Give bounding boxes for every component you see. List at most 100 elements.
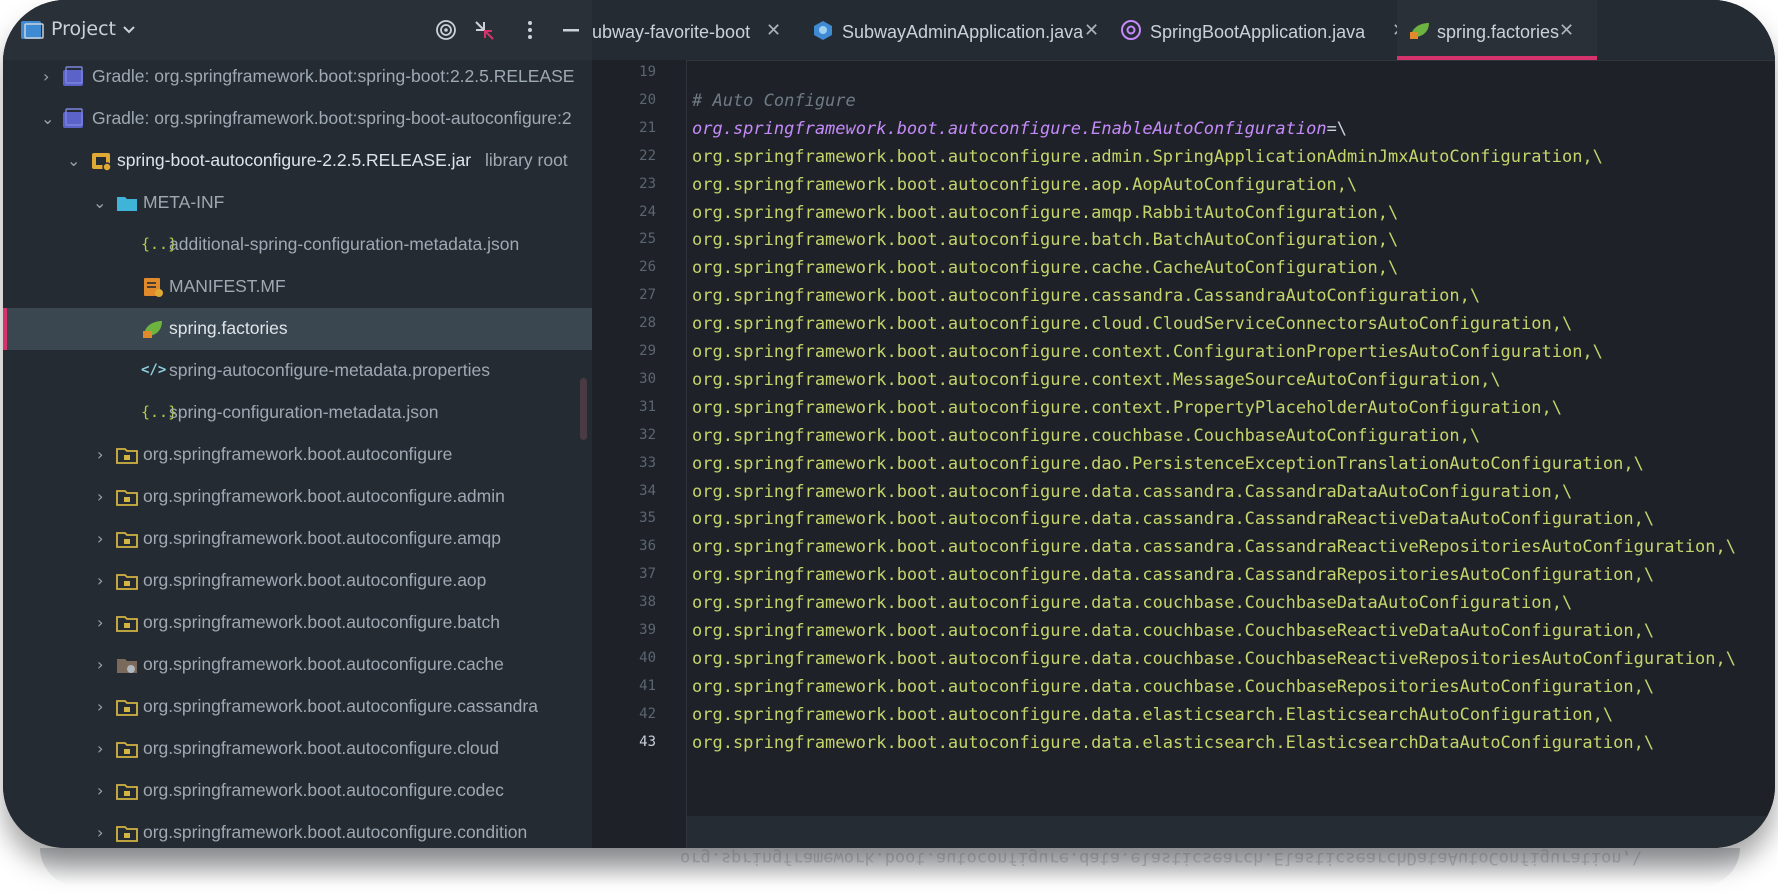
chevron-right-icon[interactable]: › [97,445,113,465]
editor: ubway-favorite-boot ✕ SubwayAdminApplica… [592,0,1775,848]
folder-icon [117,197,137,211]
minimize-icon[interactable] [562,18,580,42]
close-icon[interactable]: ✕ [1559,20,1574,41]
property-assign: =\ [1326,118,1348,139]
code-line: org.springframework.boot.autoconfigure.c… [692,286,1481,307]
chevron-right-icon[interactable]: › [97,571,113,591]
target-icon[interactable] [434,18,458,42]
tree-item-package[interactable]: › org.springframework.boot.autoconfigure… [3,812,592,848]
tree-item-package[interactable]: › org.springframework.boot.autoconfigure… [3,518,592,560]
tree-item-autoconfigure-metadata-properties[interactable]: </> spring-autoconfigure-metadata.proper… [3,350,592,392]
code-line: org.springframework.boot.autoconfigure.c… [692,342,1603,362]
chevron-right-icon[interactable]: › [97,739,113,759]
tree-item-spring-factories[interactable]: spring.factories [3,308,592,350]
tree-item-label: spring-configuration-metadata.json [169,402,439,422]
chevron-right-icon[interactable]: › [97,613,113,633]
code-line: org.springframework.boot.autoconfigure.b… [692,230,1399,251]
tree-item-label: org.springframework.boot.autoconfigure.c… [143,738,500,758]
line-number: 25 [639,231,656,248]
chevron-right-icon[interactable]: › [97,781,113,801]
tree-item-package[interactable]: › org.springframework.boot.autoconfigure… [3,476,592,518]
line-number: 35 [639,510,656,527]
close-icon[interactable]: ✕ [766,20,781,41]
code-line: org.springframework.boot.autoconfigure.d… [692,565,1655,586]
tree-item-label: spring.factories [169,318,288,338]
package-icon [116,574,138,590]
tree-item-package[interactable]: › org.springframework.boot.autoconfigure… [3,602,592,644]
code-comment: # Auto Configure [692,90,856,111]
chevron-down-icon[interactable] [121,18,137,42]
line-number: 38 [639,594,656,611]
package-icon [116,826,138,842]
code-line: org.springframework.boot.autoconfigure.d… [692,621,1655,641]
chevron-down-icon[interactable]: ⌄ [41,109,57,129]
chevron-right-icon[interactable]: › [97,823,113,843]
line-number: 27 [639,287,656,304]
tab-subway-favorite-boot[interactable]: ubway-favorite-boot ✕ [592,0,792,60]
library-folder-icon [63,66,83,86]
annotation-icon [1121,20,1141,40]
tree-item-gradle-spring-boot[interactable]: › Gradle: org.springframework.boot:sprin… [3,56,592,98]
tree-item-package[interactable]: › org.springframework.boot.autoconfigure… [3,560,592,602]
code-line: org.springframework.boot.autoconfigure.d… [692,676,1655,697]
code-line: org.springframework.boot.autoconfigure.c… [692,258,1399,279]
json-icon: {..} [141,235,178,253]
tree-item-package[interactable]: › org.springframework.boot.autoconfigure… [3,770,592,812]
line-number: 26 [639,259,656,276]
tab-subway-admin-application[interactable]: SubwayAdminApplication.java ✕ [802,0,1102,60]
tree-item-manifest[interactable]: MANIFEST.MF [3,266,592,308]
reflection-text: org.springframework.boot.autoconfigure.d… [680,848,1643,868]
chevron-right-icon[interactable]: › [97,697,113,717]
code-line: org.springframework.boot.autoconfigure.a… [692,146,1603,167]
library-folder-icon [63,108,83,128]
tree-item-configuration-metadata-json[interactable]: {..} spring-configuration-metadata.json [3,392,592,434]
code-line: org.springframework.boot.autoconfigure.d… [692,453,1644,474]
tree-item-label: org.springframework.boot.autoconfigure.a… [143,486,505,506]
line-number: 36 [639,538,656,555]
package-icon [116,532,138,548]
chevron-right-icon[interactable]: › [97,487,113,507]
code-line: org.springframework.boot.autoconfigure.d… [692,704,1614,725]
tree-item-label: Gradle: org.springframework.boot:spring-… [92,108,572,128]
close-icon[interactable]: ✕ [1084,20,1099,41]
tab-spring-factories[interactable]: spring.factories ✕ [1397,0,1597,60]
line-number: 29 [639,343,656,359]
package-icon [117,659,137,673]
tree-item-label: Gradle: org.springframework.boot:spring-… [92,66,575,86]
package-icon [116,700,138,716]
line-number: 20 [639,91,656,108]
tree-item-package[interactable]: › org.springframework.boot.autoconfigure… [3,644,592,686]
code-line: org.springframework.boot.autoconfigure.d… [692,537,1736,558]
window-reflection: org.springframework.boot.autoconfigure.d… [40,848,1740,886]
tree-item-additional-metadata-json[interactable]: {..} additional-spring-configuration-met… [3,224,592,266]
tree-item-meta-inf[interactable]: ⌄ META-INF [3,182,592,224]
chevron-right-icon[interactable]: › [97,529,113,549]
editor-tab-bar: ubway-favorite-boot ✕ SubwayAdminApplica… [592,0,1775,61]
tree-item-package[interactable]: › org.springframework.boot.autoconfigure… [3,686,592,728]
more-vertical-icon[interactable] [524,18,536,42]
line-number: 21 [639,119,656,136]
chevron-right-icon[interactable]: › [43,67,59,87]
tree-item-package[interactable]: › org.springframework.boot.autoconfigure… [3,728,592,770]
chevron-down-icon[interactable]: ⌄ [93,193,109,213]
project-panel-title[interactable]: Project [51,18,116,40]
tree-item-label: spring-autoconfigure-metadata.properties [169,360,491,380]
tab-label: ubway-favorite-boot [592,22,751,42]
project-panel-header: Project [3,0,592,60]
code-line: org.springframework.boot.autoconfigure.d… [692,509,1655,530]
package-icon [116,490,138,506]
project-scrollbar[interactable] [580,378,587,440]
chevron-right-icon[interactable]: › [97,655,113,675]
tree-item-autoconfigure-jar[interactable]: ⌄ spring-boot-autoconfigure-2.2.5.RELEAS… [3,140,592,182]
tree-item-label: org.springframework.boot.autoconfigure.a… [143,528,501,548]
collapse-icon[interactable] [472,18,496,42]
tab-spring-boot-application[interactable]: SpringBootApplication.java ✕ [1110,0,1410,60]
tree-item-package[interactable]: › org.springframework.boot.autoconfigure [3,434,592,476]
line-number: 41 [639,677,656,694]
tree-item-gradle-autoconfigure[interactable]: ⌄ Gradle: org.springframework.boot:sprin… [3,98,592,140]
code-line: org.springframework.boot.autoconfigure.d… [692,593,1573,614]
package-icon [116,616,138,632]
code-line-key: org.springframework.boot.autoconfigure.E… [692,119,1347,139]
chevron-down-icon[interactable]: ⌄ [67,151,83,171]
property-key: org.springframework.boot.autoconfigure.E… [692,118,1327,139]
